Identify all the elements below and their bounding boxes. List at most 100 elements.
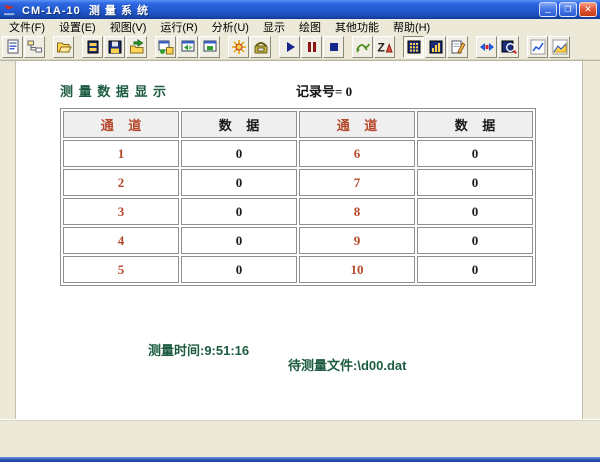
menu-item-other-functions[interactable]: 其他功能 [328, 19, 386, 35]
edit-sheet-button[interactable] [447, 36, 468, 58]
data-cell: 0 [181, 256, 297, 283]
channel-cell: 5 [63, 256, 179, 283]
window-copy-icon [158, 39, 174, 55]
bar-chart-button[interactable] [425, 36, 446, 58]
sort-z-icon: Z [377, 39, 393, 55]
menu-item-view[interactable]: 视图(V) [103, 19, 154, 35]
grid-view-icon [406, 39, 422, 55]
measure-time-label: 测量时间:9:51:16 [148, 340, 249, 359]
channel-header-2: 通 道 [299, 111, 415, 138]
data-cell: 0 [181, 227, 297, 254]
page-title: 测 量 数 据 显 示 [60, 81, 167, 100]
app-icon [3, 2, 18, 17]
telephone-icon [253, 39, 269, 55]
bar-chart-icon [428, 39, 444, 55]
channel-cell: 7 [299, 169, 415, 196]
line-plot-button[interactable] [527, 36, 548, 58]
transfer-button[interactable] [476, 36, 497, 58]
edit-sheet-icon [450, 39, 466, 55]
menubar: 文件(F) 设置(E) 视图(V) 运行(R) 分析(U) 显示 绘图 其他功能… [0, 19, 600, 34]
data-cell: 0 [417, 169, 533, 196]
footer-info: 测量时间:9:51:16 待测量文件:\d00.dat [16, 325, 582, 385]
measurement-form: 测 量 数 据 显 示 记录号= 0 通 道 数 据 通 道 数 据 1 0 6… [16, 61, 582, 419]
table-row: 1 0 6 0 [63, 140, 533, 167]
export-folder-button[interactable] [126, 36, 147, 58]
data-cell: 0 [181, 169, 297, 196]
window-copy-button[interactable] [155, 36, 176, 58]
data-cell: 0 [417, 256, 533, 283]
restore-button[interactable]: ❐ [559, 2, 577, 17]
zoom-data-button[interactable] [498, 36, 519, 58]
channel-cell: 4 [63, 227, 179, 254]
save-button[interactable] [104, 36, 125, 58]
data-cell: 0 [417, 198, 533, 225]
menu-item-plot[interactable]: 绘图 [292, 19, 328, 35]
alarm-burst-button[interactable] [228, 36, 249, 58]
channel-cell: 2 [63, 169, 179, 196]
toolbar: Z [0, 34, 600, 60]
table-row: 3 0 8 0 [63, 198, 533, 225]
export-folder-icon [129, 39, 145, 55]
tree-view-button[interactable] [24, 36, 45, 58]
window-ok-button[interactable] [199, 36, 220, 58]
titlebar: CM-1A-10 测 量 系 统 ─ ❐ ✕ [0, 0, 600, 19]
area-plot-icon [552, 39, 568, 55]
dragon-icon [355, 39, 371, 55]
statusbar [0, 419, 600, 457]
sort-z-button[interactable]: Z [374, 36, 395, 58]
open-file-button[interactable] [53, 36, 74, 58]
play-icon [282, 39, 298, 55]
report-button[interactable] [2, 36, 23, 58]
table-row: 4 0 9 0 [63, 227, 533, 254]
data-cell: 0 [417, 227, 533, 254]
svg-text:Z: Z [377, 40, 384, 54]
window-bottom-border [0, 457, 600, 462]
channel-cell: 3 [63, 198, 179, 225]
menu-item-display[interactable]: 显示 [256, 19, 292, 35]
close-button[interactable]: ✕ [579, 2, 597, 17]
archive-box-icon [85, 39, 101, 55]
minimize-button[interactable]: ─ [539, 2, 557, 17]
menu-item-help[interactable]: 帮助(H) [386, 19, 437, 35]
table-row: 5 0 10 0 [63, 256, 533, 283]
record-number-label: 记录号= 0 [296, 81, 352, 100]
report-icon [5, 39, 21, 55]
menu-item-settings[interactable]: 设置(E) [52, 19, 103, 35]
menu-item-file[interactable]: 文件(F) [2, 19, 52, 35]
data-cell: 0 [181, 198, 297, 225]
telephone-button[interactable] [250, 36, 271, 58]
data-cell: 0 [417, 140, 533, 167]
grid-view-button[interactable] [403, 36, 424, 58]
start-measure-button[interactable] [279, 36, 300, 58]
window-refresh-icon [180, 39, 196, 55]
pending-file-label: 待测量文件:\d00.dat [288, 355, 406, 374]
channel-cell: 9 [299, 227, 415, 254]
data-cell: 0 [181, 140, 297, 167]
window-refresh-button[interactable] [177, 36, 198, 58]
menu-item-run[interactable]: 运行(R) [153, 19, 204, 35]
channel-cell: 1 [63, 140, 179, 167]
line-plot-icon [530, 39, 546, 55]
pause-measure-button[interactable] [301, 36, 322, 58]
stop-icon [326, 39, 342, 55]
window-title: CM-1A-10 测 量 系 统 [22, 2, 539, 18]
transfer-icon [479, 39, 495, 55]
zoom-data-icon [501, 39, 517, 55]
pause-icon [304, 39, 320, 55]
save-icon [107, 39, 123, 55]
mdi-area: 测 量 数 据 显 示 记录号= 0 通 道 数 据 通 道 数 据 1 0 6… [0, 60, 600, 419]
data-header-2: 数 据 [417, 111, 533, 138]
right-dock-strip [582, 61, 600, 419]
channel-cell: 6 [299, 140, 415, 167]
channel-cell: 8 [299, 198, 415, 225]
app-window: CM-1A-10 测 量 系 统 ─ ❐ ✕ 文件(F) 设置(E) 视图(V)… [0, 0, 600, 462]
archive-button[interactable] [82, 36, 103, 58]
dragon-button[interactable] [352, 36, 373, 58]
channel-cell: 10 [299, 256, 415, 283]
data-table: 通 道 数 据 通 道 数 据 1 0 6 0 2 0 7 0 [60, 108, 536, 286]
stop-measure-button[interactable] [323, 36, 344, 58]
area-plot-button[interactable] [549, 36, 570, 58]
data-header-1: 数 据 [181, 111, 297, 138]
table-row: 2 0 7 0 [63, 169, 533, 196]
menu-item-analysis[interactable]: 分析(U) [205, 19, 256, 35]
